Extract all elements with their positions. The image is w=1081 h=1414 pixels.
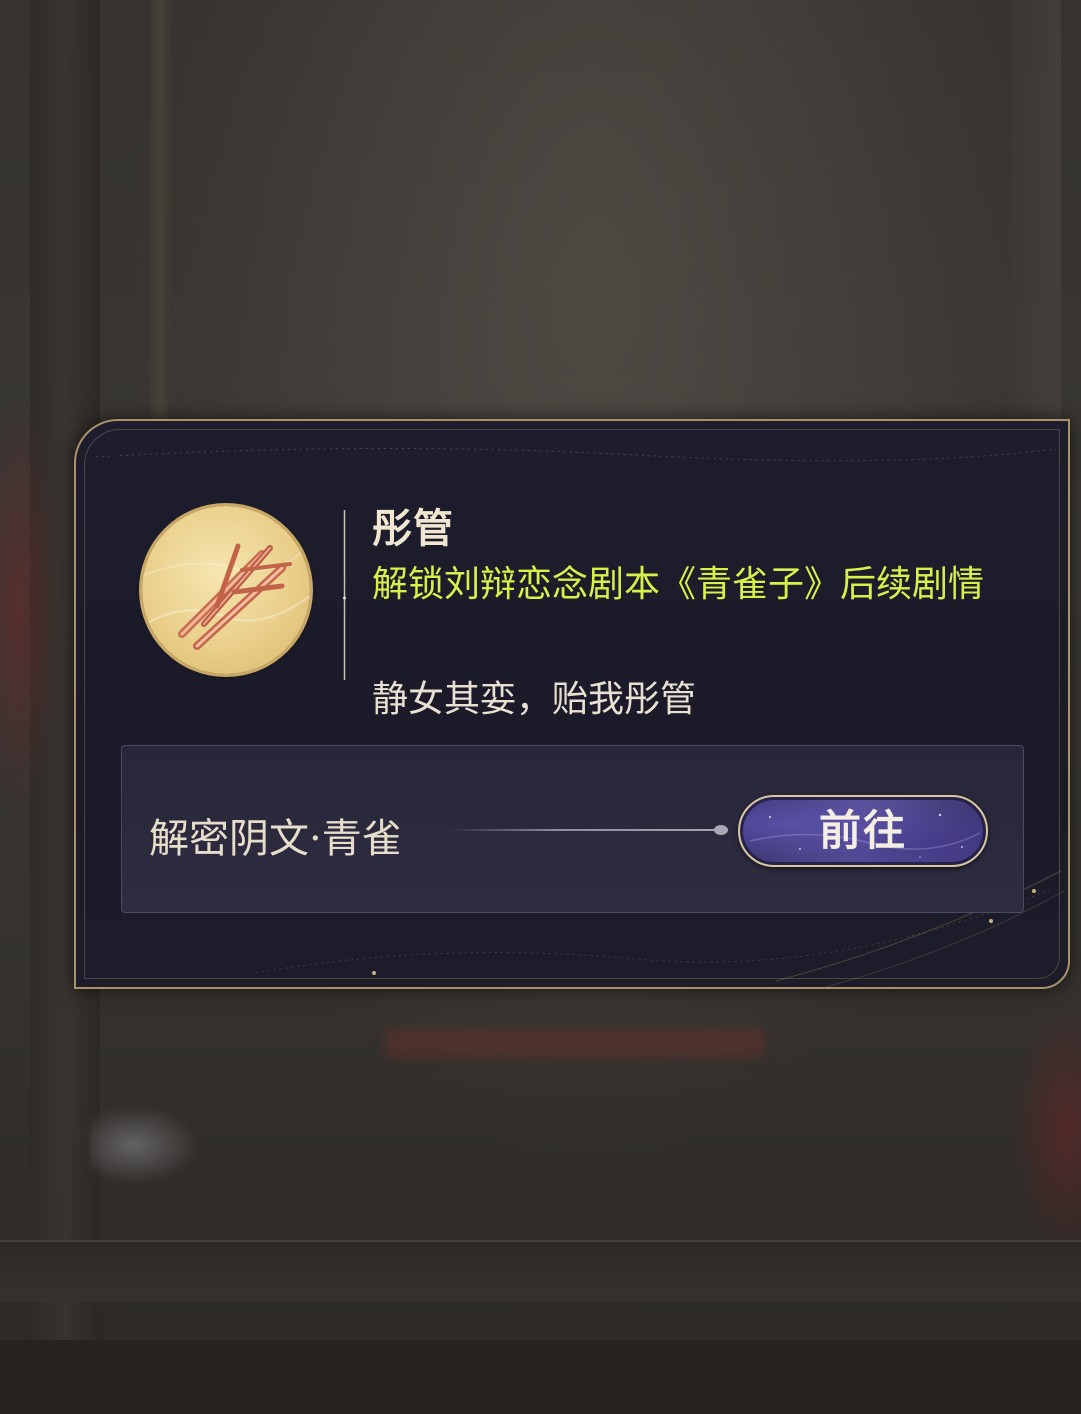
item-flavor-text: 静女其娈，贻我彤管 <box>372 679 697 720</box>
background-blurred-banner <box>385 1028 765 1058</box>
background-blossom <box>0 400 60 820</box>
item-source-label: 解密阴文·青雀 <box>149 816 402 862</box>
background-bird <box>90 1105 200 1185</box>
background-pillar <box>1011 0 1061 420</box>
red-brush-sticks-icon <box>142 506 310 674</box>
background-floor <box>0 1340 1081 1414</box>
source-connector-line <box>448 829 728 831</box>
background-blossom <box>1011 1000 1081 1260</box>
item-name: 彤管 <box>372 505 454 552</box>
background-floor <box>0 1240 1081 1302</box>
goto-button[interactable]: 前往 <box>738 795 988 867</box>
source-connector-dot <box>714 825 728 835</box>
goto-button-label: 前往 <box>818 806 907 855</box>
background-pillar <box>150 0 172 430</box>
item-effect-description: 解锁刘辩恋念剧本《青雀子》后续剧情 <box>372 564 985 605</box>
title-divider <box>343 510 346 680</box>
